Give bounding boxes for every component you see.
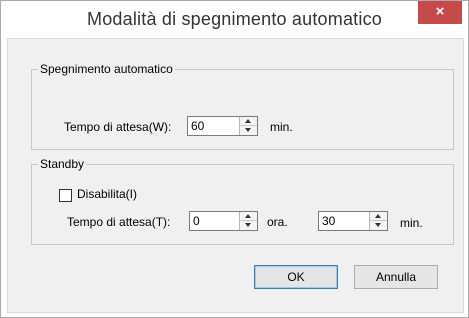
auto-shutdown-minutes-value[interactable]: 60 — [191, 119, 204, 133]
spin-up-button[interactable] — [240, 117, 257, 126]
spin-down-button[interactable] — [370, 221, 387, 230]
dialog-window: Modalità di spegnimento automatico × Spe… — [0, 0, 469, 318]
standby-group-label: Standby — [38, 157, 87, 171]
standby-hours-unit-label: ora. — [267, 215, 288, 229]
standby-hours-value[interactable]: 0 — [193, 214, 200, 228]
title-bar[interactable]: Modalità di spegnimento automatico × — [1, 1, 468, 38]
arrow-down-icon — [375, 223, 381, 227]
arrow-up-icon — [245, 119, 251, 123]
standby-wait-label: Tempo di attesa(T): — [67, 215, 171, 229]
auto-shutdown-minutes-spinner[interactable]: 60 — [187, 116, 258, 136]
auto-shutdown-minutes-arrows — [239, 117, 257, 135]
standby-minutes-value[interactable]: 30 — [322, 214, 335, 228]
standby-minutes-unit-label: min. — [400, 216, 423, 230]
spin-up-button[interactable] — [370, 212, 387, 221]
standby-minutes-spinner[interactable]: 30 — [318, 211, 388, 231]
standby-hours-arrows — [239, 212, 257, 230]
arrow-down-icon — [245, 223, 251, 227]
arrow-up-icon — [375, 214, 381, 218]
cancel-button[interactable]: Annulla — [354, 265, 438, 289]
spin-up-button[interactable] — [240, 212, 257, 221]
disable-standby-checkbox[interactable] — [59, 189, 72, 202]
standby-minutes-arrows — [369, 212, 387, 230]
close-icon: × — [435, 3, 445, 20]
close-button[interactable]: × — [418, 1, 462, 24]
ok-button[interactable]: OK — [254, 265, 338, 289]
spin-down-button[interactable] — [240, 126, 257, 135]
arrow-down-icon — [245, 128, 251, 132]
auto-shutdown-group-label: Spegnimento automatico — [38, 62, 175, 76]
auto-shutdown-group: Spegnimento automatico — [31, 62, 454, 150]
standby-hours-spinner[interactable]: 0 — [189, 211, 258, 231]
dialog-title: Modalità di spegnimento automatico — [87, 9, 382, 29]
standby-group: Standby — [31, 157, 454, 245]
auto-shutdown-unit-label: min. — [270, 120, 293, 134]
auto-shutdown-wait-label: Tempo di attesa(W): — [64, 120, 172, 134]
arrow-up-icon — [245, 214, 251, 218]
spin-down-button[interactable] — [240, 221, 257, 230]
disable-standby-label[interactable]: Disabilita(I) — [77, 187, 137, 201]
dialog-client-area: Spegnimento automatico Tempo di attesa(W… — [7, 38, 464, 313]
